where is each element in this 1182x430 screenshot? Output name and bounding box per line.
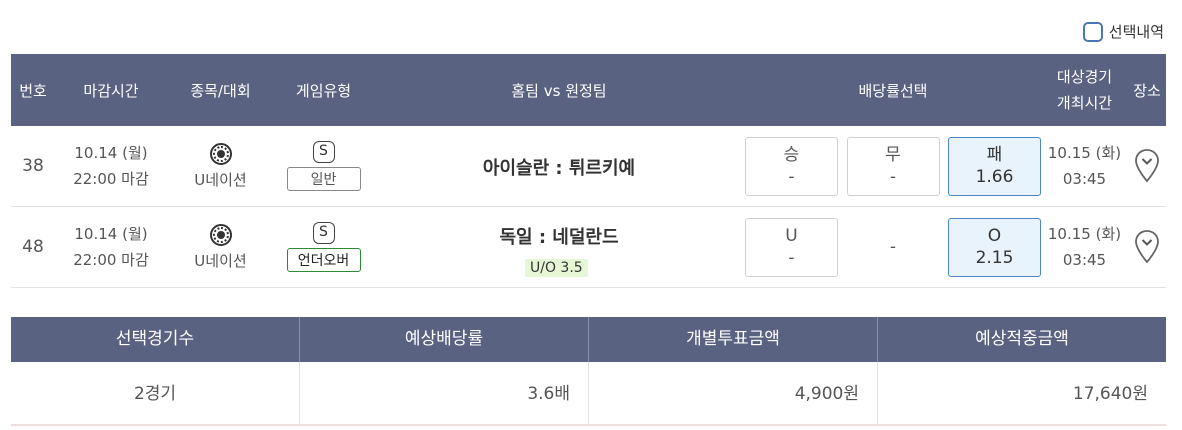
summary-header-payout: 예상적중금액 — [975, 329, 1069, 349]
match-teams: 독일 : 네덜란드 — [499, 226, 619, 248]
game-type-cell: S 언더오버 — [274, 222, 373, 272]
odd-value: - — [788, 248, 795, 268]
odds-cell: 승 - 무 - 패 1.66 — [745, 136, 1041, 196]
deadline: 10.14 (월) 22:00 마감 — [55, 140, 167, 192]
stake-amount: 4,900원 — [589, 362, 878, 424]
odd-value: - — [889, 167, 897, 187]
odd-label: U — [785, 226, 798, 246]
odd-lose-button[interactable]: 패 1.66 — [948, 136, 1041, 196]
odd-label: 승 — [783, 145, 800, 165]
deadline: 10.14 (월) 22:00 마감 — [55, 221, 167, 273]
games-table-header: 번호 마감시간 종목/대회 게임유형 홈팀 vs 원정팀 배당률선택 대상경기 … — [11, 54, 1166, 126]
place-cell — [1128, 229, 1166, 265]
game-type-cell: S 일반 — [274, 141, 373, 191]
location-pin-icon[interactable] — [1134, 148, 1160, 184]
match-date: 10.15 (화) — [1047, 144, 1122, 162]
competition-name: U네이션 — [194, 251, 247, 270]
odd-value: 2.15 — [975, 248, 1014, 268]
summary-values: 2경기 3.6배 4,900원 17,640원 — [11, 362, 1166, 426]
odd-over-button[interactable]: O 2.15 — [948, 217, 1041, 277]
odd-label: 무 — [885, 145, 901, 165]
expected-odds: 3.6배 — [300, 362, 589, 424]
odd-under-button[interactable]: U - — [745, 217, 838, 277]
match-time: 03:45 — [1062, 251, 1107, 269]
header-odds: 배당률선택 — [858, 81, 928, 100]
location-pin-icon[interactable] — [1134, 229, 1160, 265]
odds-cell: U - - O 2.15 — [745, 217, 1041, 277]
table-row: 48 10.14 (월) 22:00 마감 U네이션 S 언더오버 독일 : 네… — [11, 207, 1166, 288]
summary-header: 선택경기수 예상배당률 개별투표금액 예상적중금액 — [11, 317, 1166, 362]
soccer-ball-icon — [209, 142, 232, 165]
header-sport: 종목/대회 — [190, 81, 251, 100]
match-date: 10.15 (화) — [1047, 225, 1122, 243]
odd-value: - — [788, 167, 795, 187]
summary-header-count: 선택경기수 — [11, 317, 300, 362]
selected-games-count: 2경기 — [11, 362, 300, 424]
header-date-line1: 대상경기 — [1056, 68, 1113, 86]
soccer-ball-icon — [209, 223, 232, 246]
odd-unavailable: - — [889, 237, 897, 257]
expected-payout: 17,640원 — [1072, 384, 1148, 404]
match-datetime: 10.15 (화) 03:45 — [1041, 140, 1128, 192]
game-number: 38 — [22, 156, 44, 176]
competition-name: U네이션 — [194, 170, 247, 189]
odd-win-button[interactable]: 승 - — [745, 136, 838, 196]
table-row: 38 10.14 (월) 22:00 마감 U네이션 S 일반 아이슬란 : 튀… — [11, 126, 1166, 207]
odd-label: O — [987, 226, 1002, 246]
odd-draw-button[interactable]: 무 - — [846, 136, 940, 196]
game-number: 48 — [22, 237, 44, 257]
games-table: 번호 마감시간 종목/대회 게임유형 홈팀 vs 원정팀 배당률선택 대상경기 … — [11, 54, 1166, 288]
checkbox-icon[interactable] — [1082, 21, 1103, 42]
place-cell — [1128, 148, 1166, 184]
odd-label: 패 — [986, 145, 1003, 165]
game-type-label: 일반 — [286, 167, 361, 191]
deadline-date: 10.14 (월) — [74, 225, 148, 243]
selection-history-toggle[interactable]: 선택내역 — [1082, 21, 1164, 42]
odd-value: 1.66 — [975, 167, 1014, 187]
selection-history-label: 선택내역 — [1108, 23, 1164, 41]
sport-cell: U네이션 — [167, 223, 274, 271]
header-deadline: 마감시간 — [83, 81, 139, 100]
deadline-time: 22:00 마감 — [73, 170, 149, 188]
game-type-label: 언더오버 — [286, 248, 361, 272]
header-game-type: 게임유형 — [295, 81, 352, 100]
header-date: 대상경기 개최시간 — [1041, 64, 1128, 116]
summary-header-stake: 개별투표금액 — [589, 317, 878, 362]
header-no: 번호 — [19, 81, 47, 100]
header-teams: 홈팀 vs 원정팀 — [511, 81, 607, 100]
under-over-tag: U/O 3.5 — [525, 258, 588, 277]
deadline-date: 10.14 (월) — [74, 144, 148, 162]
single-badge: S — [312, 222, 335, 244]
summary-table: 선택경기수 예상배당률 개별투표금액 예상적중금액 2경기 3.6배 4,900… — [11, 317, 1166, 426]
header-date-line2: 개최시간 — [1056, 94, 1113, 112]
header-place: 장소 — [1133, 81, 1161, 100]
single-badge: S — [312, 141, 335, 163]
teams-cell: 아이슬란 : 튀르키예 — [373, 126, 745, 207]
match-datetime: 10.15 (화) 03:45 — [1041, 221, 1128, 273]
deadline-time: 22:00 마감 — [73, 251, 149, 269]
teams-cell: 독일 : 네덜란드 U/O 3.5 — [373, 207, 745, 288]
summary-header-odds: 예상배당률 — [300, 317, 589, 362]
sport-cell: U네이션 — [167, 142, 274, 190]
match-time: 03:45 — [1062, 170, 1107, 188]
match-teams: 아이슬란 : 튀르키예 — [482, 157, 636, 179]
